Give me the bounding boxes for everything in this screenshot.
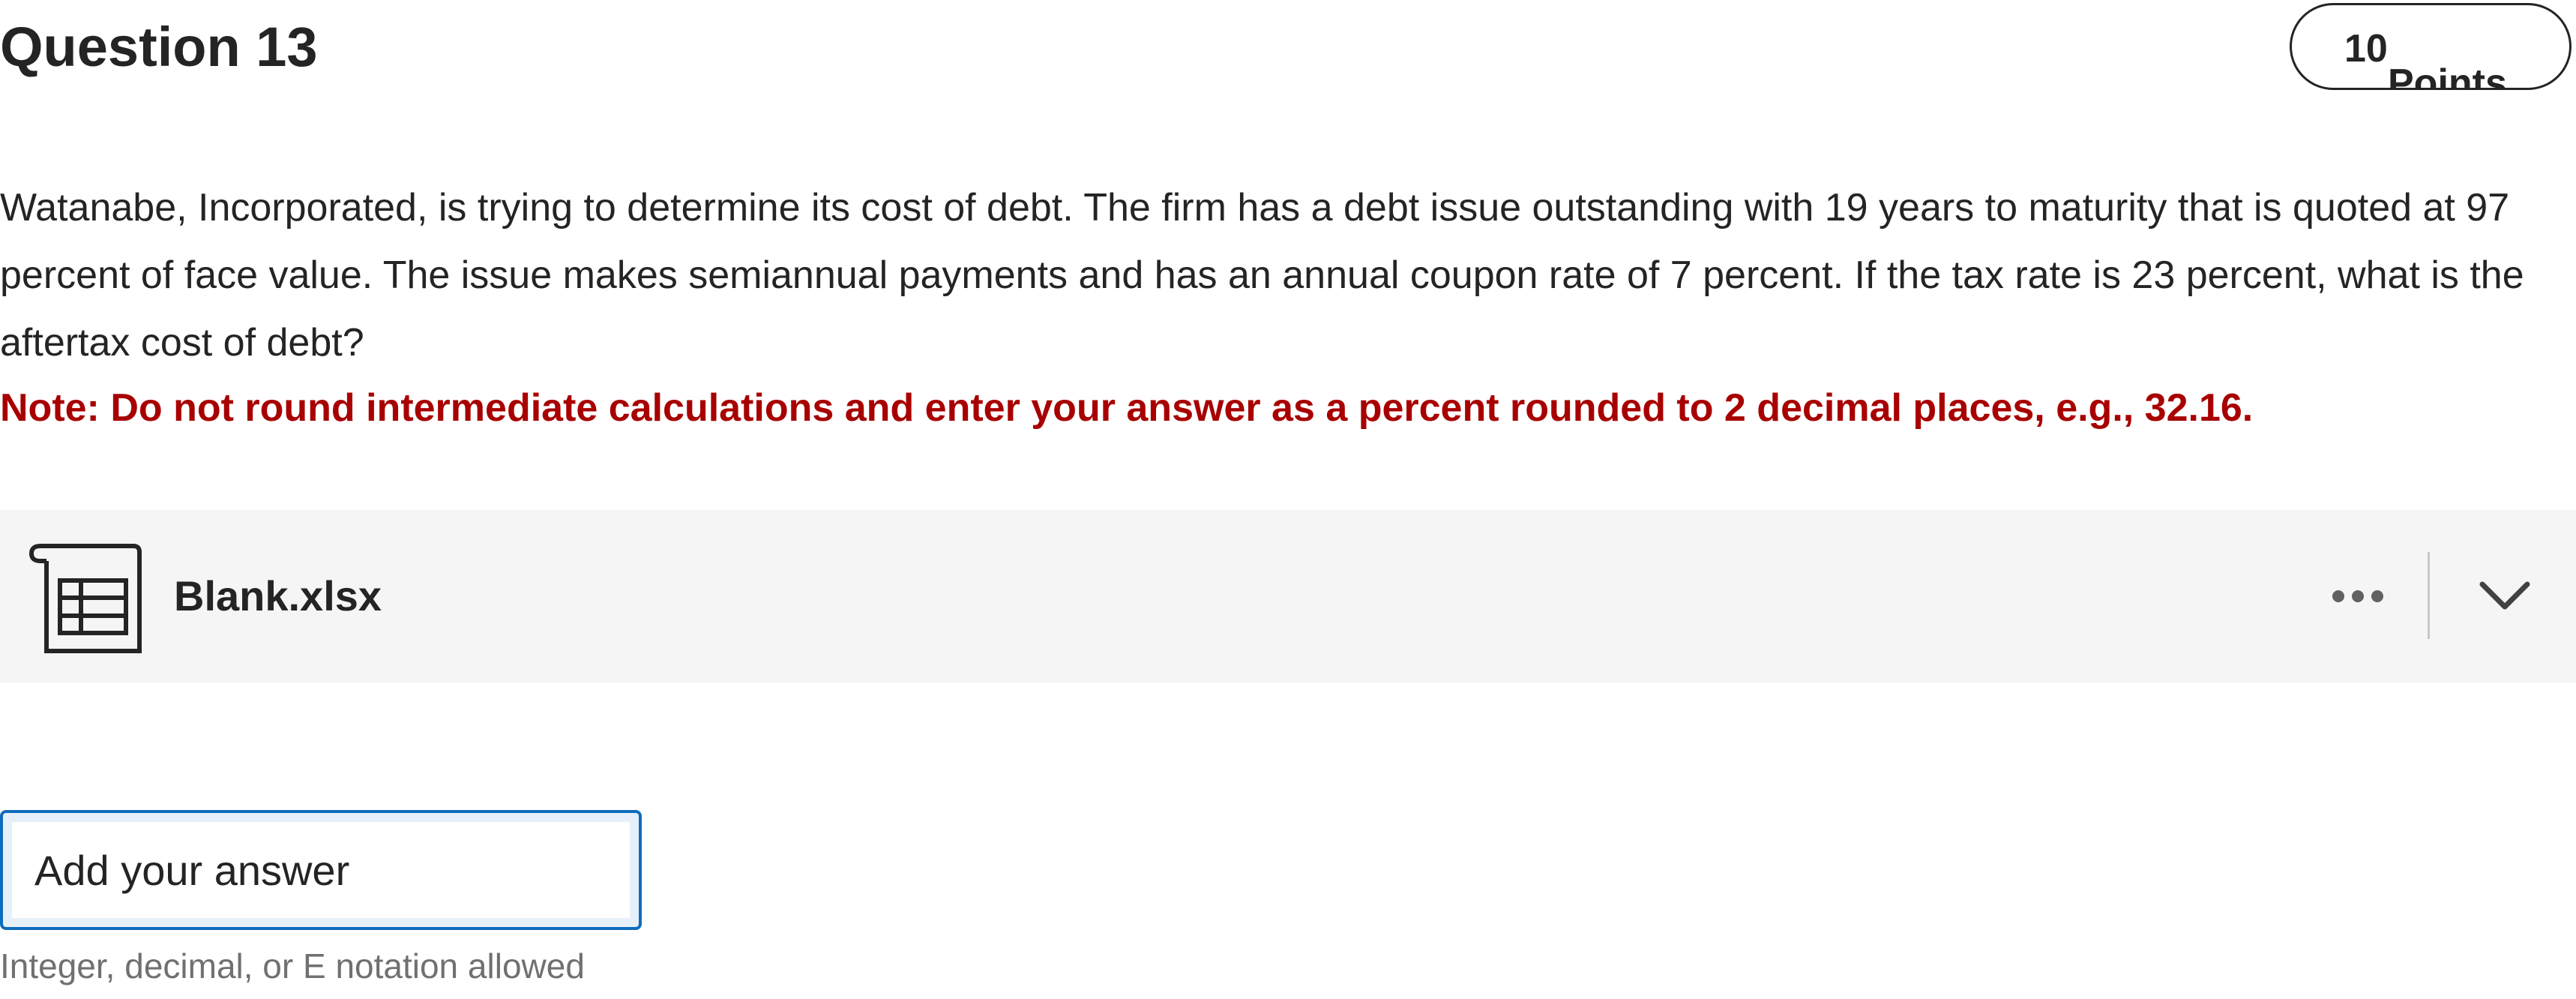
attachment-divider	[2428, 552, 2430, 639]
question-title: Question 13	[0, 16, 318, 78]
question-note: Note: Do not round intermediate calculat…	[0, 386, 2254, 430]
attachment-card[interactable]: Blank.xlsx	[0, 510, 2576, 682]
answer-input[interactable]	[12, 822, 630, 918]
more-options-icon[interactable]	[2324, 562, 2392, 630]
question-text: Watanabe, Incorporated, is trying to det…	[0, 186, 2524, 364]
answer-field-wrapper	[0, 810, 642, 930]
points-value: 10	[2344, 27, 2388, 70]
attachment-file-name[interactable]: Blank.xlsx	[174, 568, 382, 624]
points-label: Points	[2388, 62, 2507, 90]
chevron-down-icon[interactable]	[2471, 562, 2539, 630]
points-badge: 10 Points	[2290, 3, 2572, 90]
answer-hint: Integer, decimal, or E notation allowed	[0, 946, 585, 986]
spreadsheet-file-icon	[28, 538, 144, 656]
